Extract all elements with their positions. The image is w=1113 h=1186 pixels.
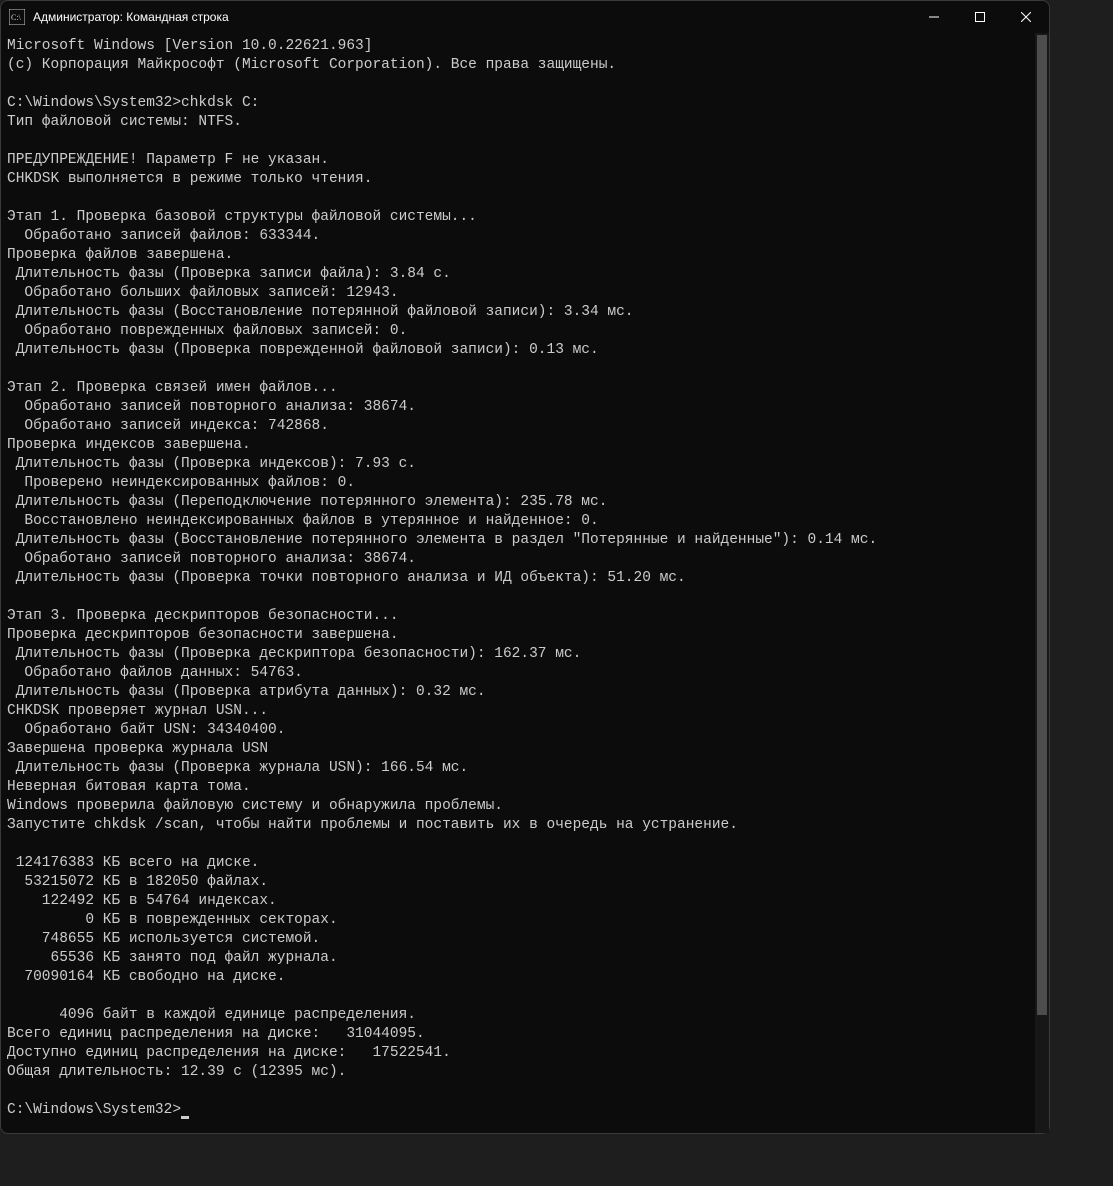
close-button[interactable] <box>1003 1 1049 33</box>
titlebar-left: C:\ Администратор: Командная строка <box>9 9 229 25</box>
window-title: Администратор: Командная строка <box>33 10 229 24</box>
scrollbar-thumb[interactable] <box>1037 35 1047 1015</box>
titlebar[interactable]: C:\ Администратор: Командная строка <box>1 1 1049 33</box>
maximize-button[interactable] <box>957 1 1003 33</box>
minimize-button[interactable] <box>911 1 957 33</box>
command-prompt-window: C:\ Администратор: Командная строка Micr… <box>0 0 1050 1134</box>
cursor <box>181 1116 189 1119</box>
window-controls <box>911 1 1049 33</box>
terminal-output[interactable]: Microsoft Windows [Version 10.0.22621.96… <box>1 33 1049 1133</box>
scrollbar[interactable] <box>1035 33 1049 1133</box>
terminal-text: Microsoft Windows [Version 10.0.22621.96… <box>7 38 877 1118</box>
cmd-icon: C:\ <box>9 9 25 25</box>
svg-text:C:\: C:\ <box>11 13 22 22</box>
